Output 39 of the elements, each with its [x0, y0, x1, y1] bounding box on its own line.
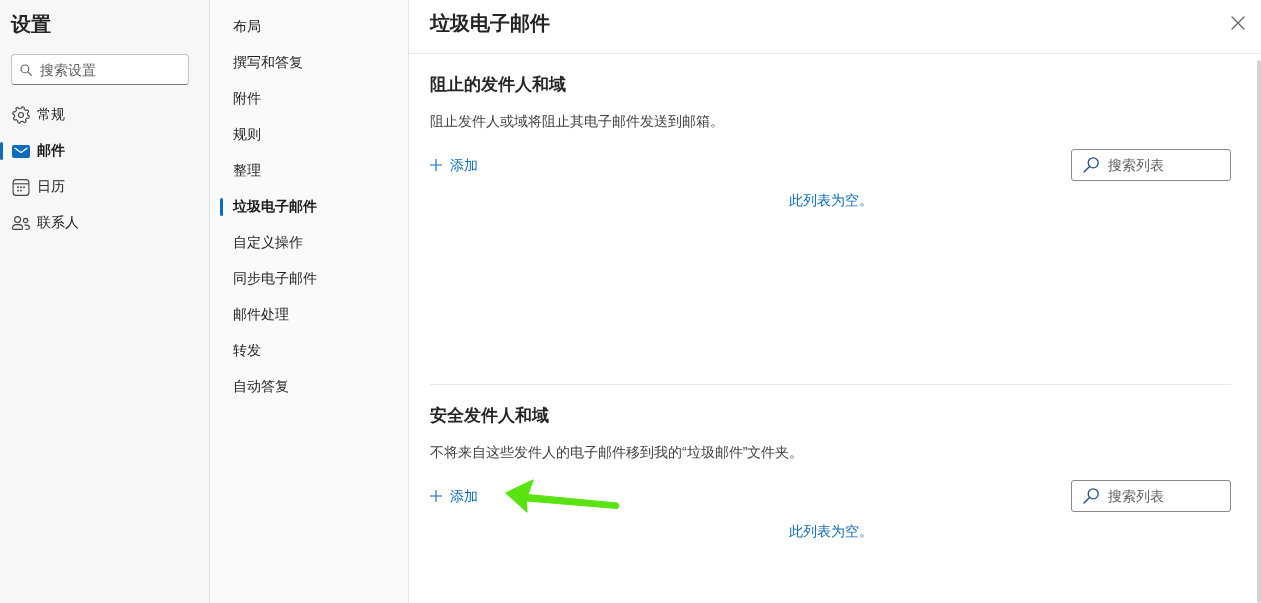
- search-icon: [20, 64, 32, 76]
- section-heading: 安全发件人和域: [430, 405, 549, 427]
- close-icon: [1231, 16, 1245, 30]
- gear-icon: [12, 106, 30, 124]
- category-item[interactable]: 整理: [220, 153, 271, 189]
- category-item[interactable]: 同步电子邮件: [220, 261, 327, 297]
- settings-title: 设置: [11, 12, 51, 37]
- search-field[interactable]: 搜索列表: [1071, 480, 1231, 512]
- section-heading: 阻止的发件人和域: [430, 74, 566, 96]
- category-item[interactable]: 规则: [220, 117, 271, 153]
- category-item[interactable]: 撰写和答复: [220, 45, 313, 81]
- search-icon: [1083, 157, 1099, 173]
- section-description: 不将来自这些发件人的电子邮件移到我的“垃圾邮件”文件夹。: [430, 443, 804, 462]
- add-button[interactable]: 添加: [430, 486, 478, 506]
- search-field[interactable]: 搜索设置: [11, 54, 189, 85]
- search-field[interactable]: 搜索列表: [1071, 149, 1231, 181]
- nav-item[interactable]: 联系人: [0, 205, 89, 241]
- category-item[interactable]: 转发: [220, 333, 271, 369]
- empty-list-message: 此列表为空。: [788, 522, 873, 541]
- nav-item[interactable]: 邮件: [0, 133, 75, 169]
- category-item[interactable]: 自动答复: [220, 369, 299, 405]
- category-item[interactable]: 布局: [220, 9, 271, 45]
- section-description: 阻止发件人或域将阻止其电子邮件发送到邮箱。: [430, 112, 724, 131]
- plus-icon: [430, 159, 442, 171]
- plus-icon: [430, 490, 442, 502]
- scrollbar[interactable]: [1257, 60, 1261, 603]
- panel-title: 垃圾电子邮件: [430, 11, 550, 36]
- people-icon: [12, 216, 30, 230]
- add-button[interactable]: 添加: [430, 155, 478, 175]
- empty-list-message: 此列表为空。: [788, 191, 873, 210]
- search-icon: [1083, 488, 1099, 504]
- category-item[interactable]: 附件: [220, 81, 271, 117]
- mail-icon: [12, 144, 30, 158]
- category-item[interactable]: 垃圾电子邮件: [220, 189, 327, 225]
- category-item[interactable]: 自定义操作: [220, 225, 313, 261]
- nav-item[interactable]: 常规: [0, 97, 75, 133]
- nav-item[interactable]: 日历: [0, 169, 75, 205]
- calendar-icon: [12, 178, 30, 196]
- category-item[interactable]: 邮件处理: [220, 297, 299, 333]
